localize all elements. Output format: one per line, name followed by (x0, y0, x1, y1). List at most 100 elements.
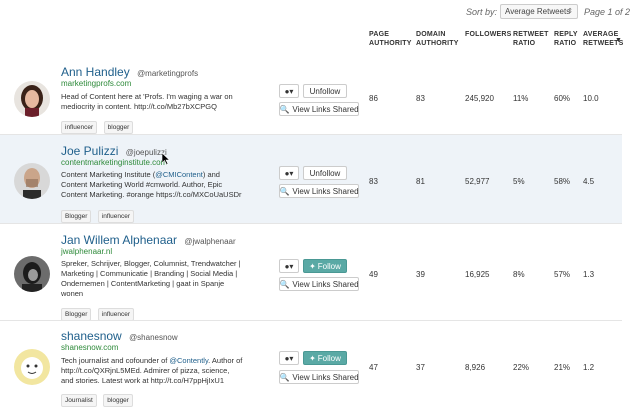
view-links-label: View Links Shared (292, 279, 359, 289)
select-arrows-icon: ⇕ (567, 8, 573, 15)
bio-line: wonen (61, 289, 84, 298)
tag[interactable]: Journalist (61, 394, 97, 407)
bio-text: Content Marketing Institute ( (61, 170, 156, 179)
user-tags: Journalist blogger (61, 389, 135, 407)
avatar[interactable] (14, 81, 50, 117)
twitter-bird-icon: ✦ (309, 353, 316, 363)
bio-line: and stories. Latest work at http://t.co/… (61, 376, 224, 385)
table-row: Joe Pulizzi @joepulizzi contentmarketing… (0, 135, 622, 223)
bio-line: Head of Content here at 'Profs. I'm wagi… (61, 92, 233, 101)
bio-line: Tech journalist and cofounder of @Conten… (61, 356, 271, 366)
user-website-link[interactable]: marketingprofs.com (61, 79, 131, 88)
user-name-text: Jan Willem Alphenaar (61, 233, 178, 247)
tag[interactable]: influencer (61, 121, 98, 134)
results-toolbar: Sort by: Average Retweets ⇕ Page 1 of 2 (0, 0, 631, 22)
user-actions-dropdown[interactable]: ●▾ (279, 166, 299, 180)
view-links-shared-button[interactable]: 🔍 View Links Shared (279, 370, 359, 384)
retweet-ratio-value: 22% (513, 363, 530, 372)
unfollow-button[interactable]: Unfollow (303, 84, 347, 98)
tag[interactable]: Blogger (61, 210, 92, 223)
reply-ratio-value: 57% (554, 270, 571, 279)
user-bio: Content Marketing Institute (@CMIContent… (61, 170, 271, 200)
column-header-followers[interactable]: FOLLOWERS (465, 30, 512, 39)
header-line: RETWEET (513, 31, 549, 38)
user-actions-dropdown[interactable]: ●▾ (279, 84, 299, 98)
follow-button[interactable]: ✦ Follow (303, 351, 347, 365)
search-icon: 🔍 (279, 372, 290, 382)
bio-line: http://t.co/QXRjnL5MEd. Admirer of pizza… (61, 366, 230, 375)
search-icon: 🔍 (279, 104, 290, 114)
view-links-shared-button[interactable]: 🔍 View Links Shared (279, 277, 359, 291)
mention-link[interactable]: @CMIContent (155, 170, 203, 179)
bio-line: Content Marketing World #cmworld. Author… (61, 180, 223, 189)
user-caret-icon: ●▾ (284, 353, 294, 363)
avatar[interactable] (14, 349, 50, 385)
sort-desc-icon: ▼ (615, 37, 623, 44)
user-name-text: shanesnow (61, 329, 122, 343)
retweet-ratio-value: 8% (513, 270, 525, 279)
column-header-reply-ratio[interactable]: REPLY RATIO (554, 30, 578, 48)
followers-value: 16,925 (465, 270, 490, 279)
user-website-link[interactable]: contentmarketinginstitute.com (61, 158, 167, 167)
followers-value: 8,926 (465, 363, 486, 372)
view-links-shared-button[interactable]: 🔍 View Links Shared (279, 102, 359, 116)
table-row: Ann Handley @marketingprofs marketingpro… (0, 52, 622, 134)
avatar[interactable] (14, 163, 50, 199)
page-authority-value: 49 (369, 270, 378, 279)
user-caret-icon: ●▾ (284, 86, 294, 96)
reply-ratio-value: 58% (554, 177, 571, 186)
average-retweets-value: 4.5 (583, 177, 595, 186)
tag[interactable]: blogger (103, 121, 134, 134)
user-actions-dropdown[interactable]: ●▾ (279, 259, 299, 273)
user-tags: influencer blogger (61, 116, 135, 134)
average-retweets-value: 1.3 (583, 270, 595, 279)
sort-select[interactable]: Average Retweets ⇕ (500, 4, 578, 19)
user-actions-dropdown[interactable]: ●▾ (279, 351, 299, 365)
table-row: shanesnow @shanesnow shanesnow.com Tech … (0, 321, 622, 420)
average-retweets-value: 1.2 (583, 363, 595, 372)
mouse-cursor-icon (162, 153, 170, 165)
domain-authority-value: 37 (416, 363, 425, 372)
bio-line: Content Marketing. #orange https://t.co/… (61, 190, 242, 199)
follow-button[interactable]: ✦ Follow (303, 259, 347, 273)
user-handle: @shanesnow (129, 333, 178, 342)
user-caret-icon: ●▾ (284, 168, 294, 178)
user-name[interactable]: Ann Handley @marketingprofs (61, 65, 198, 79)
follow-label: Follow (317, 261, 341, 271)
column-header-domain-authority[interactable]: DOMAIN AUTHORITY (416, 30, 459, 48)
user-handle: @joepulizzi (125, 148, 167, 157)
user-name[interactable]: Jan Willem Alphenaar @jwalphenaar (61, 233, 236, 247)
retweet-ratio-value: 5% (513, 177, 525, 186)
follow-label: Follow (317, 353, 341, 363)
domain-authority-value: 39 (416, 270, 425, 279)
bio-line: Ondernemen | ContentMarketing | gaat in … (61, 279, 225, 288)
page-info: Page 1 of 2 (584, 7, 631, 17)
user-name[interactable]: shanesnow @shanesnow (61, 329, 178, 343)
header-line: FOLLOWERS (465, 31, 512, 38)
unfollow-button[interactable]: Unfollow (303, 166, 347, 180)
average-retweets-value: 10.0 (583, 94, 599, 103)
tag[interactable]: blogger (103, 394, 133, 407)
header-line: PAGE (369, 31, 390, 38)
user-bio: Spreker, Schrijver, Blogger, Columnist, … (61, 259, 271, 299)
page-authority-value: 86 (369, 94, 378, 103)
page-authority-value: 83 (369, 177, 378, 186)
user-website-link[interactable]: shanesnow.com (61, 343, 118, 352)
header-line: AUTHORITY (369, 40, 412, 47)
view-links-label: View Links Shared (292, 104, 359, 114)
mention-link[interactable]: @Contently (169, 356, 208, 365)
user-name[interactable]: Joe Pulizzi @joepulizzi (61, 144, 167, 158)
avatar[interactable] (14, 256, 50, 292)
user-name-text: Ann Handley (61, 65, 130, 79)
page-authority-value: 47 (369, 363, 378, 372)
sort-selected-value: Average Retweets (505, 7, 571, 16)
column-header-retweet-ratio[interactable]: RETWEET RATIO (513, 30, 549, 48)
bio-text: . Author of (208, 356, 243, 365)
retweet-ratio-value: 11% (513, 94, 529, 103)
user-caret-icon: ●▾ (284, 261, 294, 271)
user-website-link[interactable]: jwalphenaar.nl (61, 247, 112, 256)
view-links-shared-button[interactable]: 🔍 View Links Shared (279, 184, 359, 198)
tag[interactable]: influencer (97, 210, 135, 223)
column-header-average-retweets[interactable]: AVERAGE RETWEETS ▼ (583, 30, 624, 48)
column-header-page-authority[interactable]: PAGE AUTHORITY (369, 30, 412, 48)
